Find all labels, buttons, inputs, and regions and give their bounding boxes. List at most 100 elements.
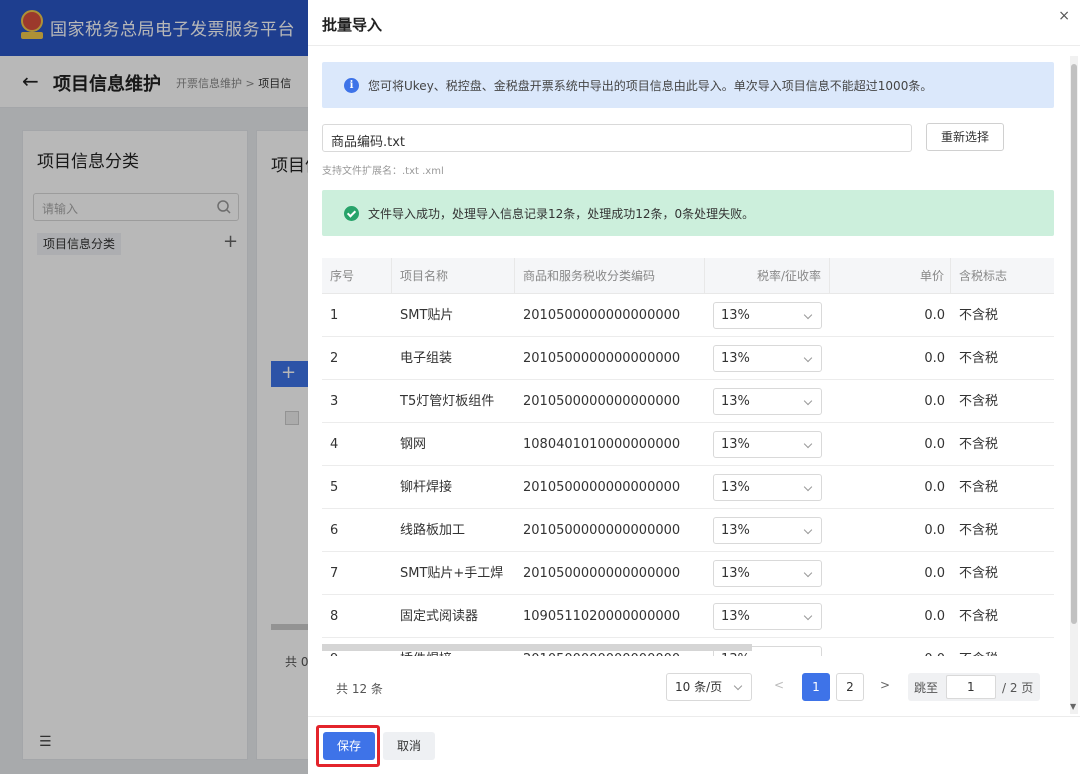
table-horizontal-scrollbar[interactable]: [322, 644, 752, 651]
pagination-total: 共 12 条: [336, 682, 383, 696]
row-project-name: 线路板加工: [400, 523, 466, 538]
success-check-icon: [344, 206, 359, 221]
row-tax-flag: 不含税: [959, 609, 999, 624]
row-project-name: 固定式阅读器: [400, 609, 479, 624]
row-tax-rate-value: 13%: [721, 609, 750, 624]
row-unit-price: 0.0: [924, 566, 945, 581]
row-tax-rate-value: 13%: [721, 437, 750, 452]
header-code: 商品和服务税收分类编码: [515, 258, 705, 294]
row-tax-rate-value: 13%: [721, 394, 750, 409]
page-button-1[interactable]: 1: [802, 673, 830, 701]
table-row: 2 电子组装 2010500000000000000 13% 0.0 不含税: [322, 337, 1054, 380]
page-button-2[interactable]: 2: [836, 673, 864, 701]
row-tax-rate-select[interactable]: 13%: [713, 345, 822, 372]
row-seq: 6: [330, 523, 339, 538]
row-tax-rate-value: 13%: [721, 480, 750, 495]
row-tax-rate-value: 13%: [721, 308, 750, 323]
reselect-file-button[interactable]: 重新选择: [926, 123, 1004, 151]
page-size-select[interactable]: 10 条/页: [666, 673, 752, 701]
scrollbar-thumb[interactable]: [1071, 64, 1077, 624]
chevron-down-icon: [803, 353, 813, 363]
file-extension-hint: 支持文件扩展名：.txt .xml: [322, 166, 444, 177]
header-price: 单价: [830, 258, 951, 294]
page-size-value: 10 条/页: [675, 680, 723, 694]
row-unit-price: 0.0: [924, 351, 945, 366]
close-icon[interactable]: ×: [1058, 8, 1070, 24]
table-row: 1 SMT贴片 2010500000000000000 13% 0.0 不含税: [322, 294, 1054, 337]
drawer-title: 批量导入: [322, 16, 383, 34]
prev-page-icon[interactable]: <: [774, 678, 784, 692]
row-tax-rate-value: 13%: [721, 652, 750, 656]
row-tax-flag: 不含税: [959, 566, 999, 581]
save-button[interactable]: 保存: [323, 732, 375, 760]
row-tax-flag: 不含税: [959, 437, 999, 452]
row-unit-price: 0.0: [924, 480, 945, 495]
batch-import-drawer: 批量导入 × ▼ i 您可将Ukey、税控盘、金税盘开票系统中导出的项目信息由此…: [308, 0, 1080, 774]
row-tax-flag: 不含税: [959, 394, 999, 409]
chevron-down-icon: [803, 654, 813, 656]
row-tax-rate-select[interactable]: 13%: [713, 474, 822, 501]
chevron-down-icon: [803, 482, 813, 492]
header-seq: 序号: [322, 258, 392, 294]
row-project-name: SMT贴片+手工焊: [400, 566, 504, 581]
import-success-text: 文件导入成功，处理导入信息记录12条，处理成功12条，0条处理失败。: [368, 207, 755, 221]
row-tax-rate-value: 13%: [721, 566, 750, 581]
row-seq: 1: [330, 308, 339, 323]
total-pages: / 2 页: [1002, 681, 1034, 695]
row-tax-flag: 不含税: [959, 480, 999, 495]
row-tax-flag: 不含税: [959, 638, 998, 656]
file-name-field[interactable]: 商品编码.txt: [322, 124, 912, 152]
chevron-down-icon: [803, 525, 813, 535]
row-tax-rate-select[interactable]: 13%: [713, 431, 822, 458]
chevron-down-icon: [803, 310, 813, 320]
row-seq: 4: [330, 437, 339, 452]
table-header: 序号 项目名称 商品和服务税收分类编码 税率/征收率 单价 含税标志: [322, 258, 1054, 294]
row-seq: 5: [330, 480, 339, 495]
row-tax-rate-select[interactable]: 13%: [713, 388, 822, 415]
table-row: 7 SMT贴片+手工焊 2010500000000000000 13% 0.0 不含税: [322, 552, 1054, 595]
chevron-down-icon: [803, 568, 813, 578]
row-seq: 2: [330, 351, 339, 366]
table-row: 6 线路板加工 2010500000000000000 13% 0.0 不含税: [322, 509, 1054, 552]
cancel-button[interactable]: 取消: [383, 732, 435, 760]
jump-label: 跳至: [914, 681, 939, 695]
table-row: 3 T5灯管灯板组件 2010500000000000000 13% 0.0 不含税: [322, 380, 1054, 423]
table-row: 5 铆杆焊接 2010500000000000000 13% 0.0 不含税: [322, 466, 1054, 509]
table-row: 8 固定式阅读器 1090511020000000000 13% 0.0 不含税: [322, 595, 1054, 638]
page-jumper: 跳至 1 / 2 页: [908, 673, 1040, 701]
row-unit-price: 0.0: [924, 609, 945, 624]
jump-page-input[interactable]: 1: [946, 675, 996, 699]
table-row: 4 钢网 1080401010000000000 13% 0.0 不含税: [322, 423, 1054, 466]
row-tax-rate-select[interactable]: 13%: [713, 603, 822, 630]
row-tax-code: 2010500000000000000: [523, 566, 681, 581]
row-tax-rate-select[interactable]: 13%: [713, 302, 822, 329]
drawer-scrollbar[interactable]: ▼: [1070, 56, 1078, 714]
row-tax-code: 1080401010000000000: [523, 437, 681, 452]
import-result-table: 序号 项目名称 商品和服务税收分类编码 税率/征收率 单价 含税标志 1 SMT贴…: [322, 258, 1054, 656]
chevron-down-icon: [733, 681, 743, 691]
row-tax-code: 2010500000000000000: [523, 480, 681, 495]
row-tax-flag: 不含税: [959, 523, 999, 538]
drawer-footer: 保存 取消: [308, 716, 1080, 774]
row-unit-price: 0.0: [830, 638, 945, 656]
info-icon: i: [344, 78, 359, 93]
row-seq: 8: [330, 609, 339, 624]
drawer-header: 批量导入 ×: [308, 0, 1080, 46]
row-tax-rate-select[interactable]: 13%: [713, 517, 822, 544]
row-tax-rate-select[interactable]: 13%: [713, 560, 822, 587]
row-unit-price: 0.0: [924, 437, 945, 452]
scroll-down-icon[interactable]: ▼: [1070, 702, 1076, 711]
row-seq: 3: [330, 394, 339, 409]
row-project-name: 铆杆焊接: [400, 480, 453, 495]
row-tax-code: 1090511020000000000: [523, 609, 681, 624]
row-project-name: 钢网: [400, 437, 427, 452]
next-page-icon[interactable]: >: [880, 678, 890, 692]
row-tax-flag: 不含税: [959, 351, 999, 366]
chevron-down-icon: [803, 396, 813, 406]
row-project-name: T5灯管灯板组件: [400, 394, 495, 409]
row-tax-code: 2010500000000000000: [523, 308, 681, 323]
file-name-value: 商品编码.txt: [331, 135, 406, 150]
row-seq: 7: [330, 566, 339, 581]
row-tax-code: 2010500000000000000: [523, 523, 681, 538]
import-info-text: 您可将Ukey、税控盘、金税盘开票系统中导出的项目信息由此导入。单次导入项目信息…: [368, 79, 933, 93]
